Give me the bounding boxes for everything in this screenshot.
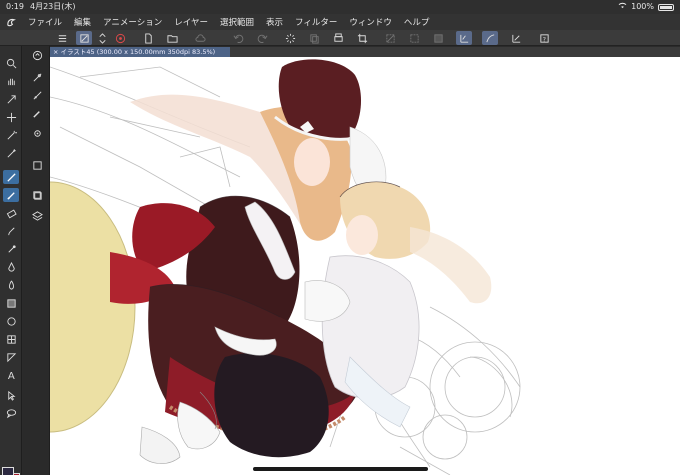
menu-layer[interactable]: レイヤー [168, 16, 214, 28]
battery-percent: 100% [631, 2, 654, 11]
girl-face [294, 138, 330, 186]
artwork-illustration [50, 59, 521, 475]
balloon-icon[interactable] [3, 406, 19, 420]
sub-gear-icon[interactable] [29, 126, 45, 140]
svg-text:?: ? [542, 35, 545, 43]
battery-icon [658, 3, 674, 11]
hand-icon[interactable] [3, 74, 19, 88]
frame-icon[interactable] [3, 332, 19, 346]
menu-selection[interactable]: 選択範囲 [214, 16, 260, 28]
ruler-icon[interactable] [508, 31, 524, 45]
tool-palette: A [0, 46, 22, 475]
airbrush-icon[interactable] [3, 242, 19, 256]
stroke-icon[interactable] [76, 31, 92, 45]
menu-icon[interactable] [54, 31, 70, 45]
sub-layer-icon[interactable] [29, 158, 45, 172]
status-right: 100% [618, 0, 674, 14]
svg-text:A: A [7, 371, 14, 381]
sub-tool-logo-icon[interactable] [29, 48, 45, 62]
drawing-canvas[interactable] [50, 57, 680, 475]
snap-icon[interactable] [482, 31, 498, 45]
sub-tool-palette [23, 46, 50, 475]
pen-icon[interactable] [3, 170, 19, 184]
help-icon[interactable]: ? [536, 31, 552, 45]
canvas-tab-title: イラスト45 (300.00 x 150.00mm 350dpi 83.5%) [60, 48, 216, 56]
wifi-icon [618, 0, 627, 14]
sub-marker-icon[interactable] [29, 106, 45, 120]
menu-bar: ファイル 編集 アニメーション レイヤー 選択範囲 表示 フィルター ウィンドウ… [0, 14, 680, 30]
open-icon[interactable] [164, 31, 180, 45]
canvas-tab[interactable]: × イラスト45 (300.00 x 150.00mm 350dpi 83.5%… [50, 47, 230, 57]
pencil-icon[interactable] [3, 188, 19, 202]
rotate-icon[interactable] [3, 92, 19, 106]
menu-filter[interactable]: フィルター [289, 16, 343, 28]
brush-icon[interactable] [3, 224, 19, 238]
menu-help[interactable]: ヘルプ [398, 16, 436, 28]
command-bar: ? [0, 30, 680, 46]
blend-icon[interactable] [3, 260, 19, 274]
loading-icon[interactable] [282, 31, 298, 45]
undo-icon[interactable] [230, 31, 246, 45]
sub-layer2-icon[interactable] [29, 188, 45, 202]
operation-icon[interactable] [3, 388, 19, 402]
menu-file[interactable]: ファイル [22, 16, 68, 28]
fill-bucket-icon[interactable] [3, 278, 19, 292]
eye-icon[interactable] [112, 31, 128, 45]
cloud-icon[interactable] [192, 31, 208, 45]
tab-close-icon[interactable]: × [53, 48, 58, 56]
menu-animation[interactable]: アニメーション [97, 16, 168, 28]
eyedropper-icon[interactable] [3, 146, 19, 160]
stroke-toggle-icon[interactable] [94, 31, 110, 45]
crop-icon[interactable] [354, 31, 370, 45]
copy-icon[interactable] [306, 31, 322, 45]
sub-pen2-icon[interactable] [29, 88, 45, 102]
menu-edit[interactable]: 編集 [68, 16, 97, 28]
fill-icon[interactable] [430, 31, 446, 45]
sub-pen-icon[interactable] [29, 70, 45, 84]
eraser-icon[interactable] [3, 206, 19, 220]
sub-layer-stack-icon[interactable] [29, 208, 45, 222]
menu-view[interactable]: 表示 [260, 16, 289, 28]
app-logo-icon[interactable] [0, 14, 22, 30]
menu-window[interactable]: ウィンドウ [343, 16, 398, 28]
boy-face [346, 215, 378, 255]
move-icon[interactable] [3, 110, 19, 124]
new-icon[interactable] [140, 31, 156, 45]
yellow-disc [50, 182, 135, 432]
deselect-icon[interactable] [382, 31, 398, 45]
canvas-tab-bar: × イラスト45 (300.00 x 150.00mm 350dpi 83.5%… [50, 47, 680, 57]
zoom-icon[interactable] [3, 56, 19, 70]
text-icon[interactable]: A [3, 368, 19, 382]
main-color-swatch[interactable] [2, 467, 14, 475]
select-all-icon[interactable] [406, 31, 422, 45]
redo-icon[interactable] [254, 31, 270, 45]
snap-check-icon[interactable] [456, 31, 472, 45]
status-time: 0:19 [6, 2, 24, 11]
print-icon[interactable] [330, 31, 346, 45]
home-indicator[interactable] [253, 467, 428, 471]
gradient-icon[interactable] [3, 296, 19, 310]
status-date: 4月23日(木) [30, 2, 76, 11]
ruler-tool-icon[interactable] [3, 350, 19, 364]
magic-wand-icon[interactable] [3, 128, 19, 142]
status-bar: 0:19 4月23日(木) 100% [0, 0, 680, 14]
figure-icon[interactable] [3, 314, 19, 328]
